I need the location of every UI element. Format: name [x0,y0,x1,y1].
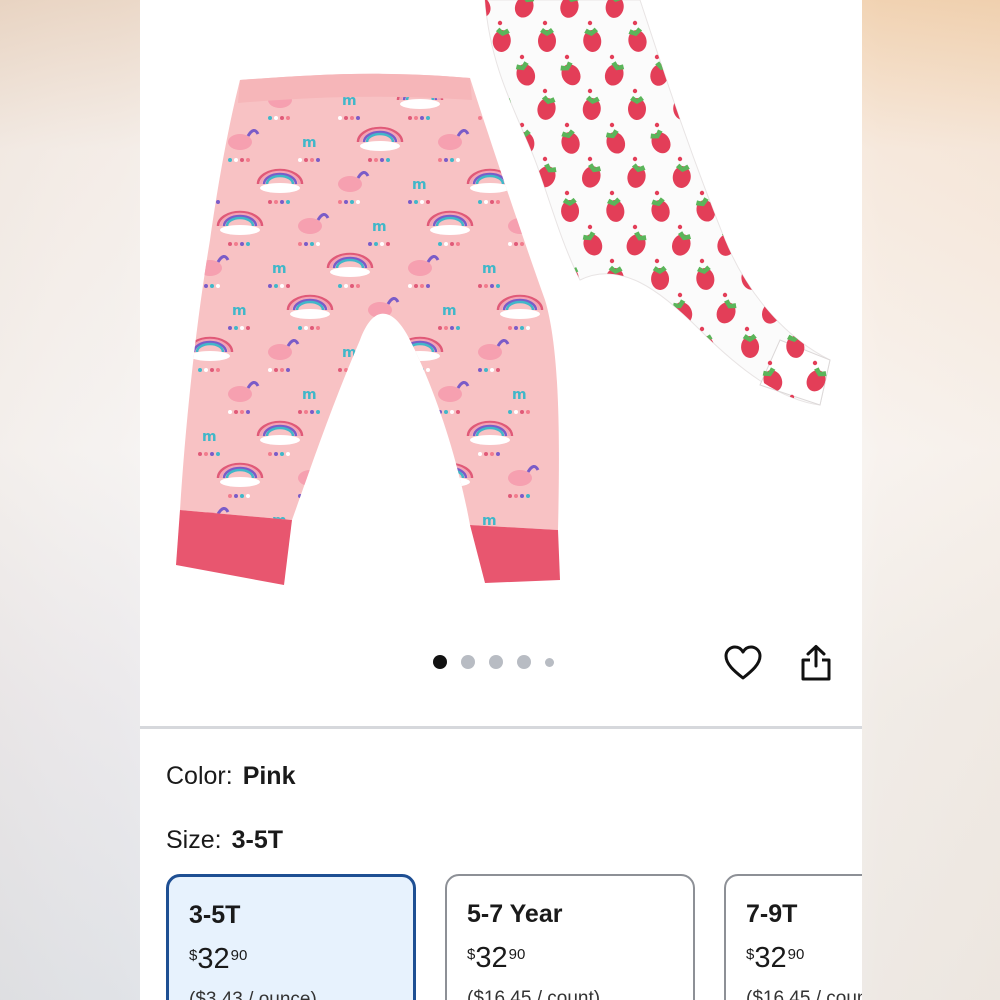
image-pagination [433,655,554,669]
size-option-price: $32 90 [189,943,247,975]
svg-text:m: m [412,177,427,193]
svg-text:m: m [442,303,457,319]
share-icon [801,645,831,681]
color-label: Color: [166,762,233,790]
size-option-price: $32 90 [746,942,804,974]
product-page: mmmmmmmmmmmmmmmmmm [140,0,862,1000]
svg-text:m: m [342,345,357,361]
svg-text:m: m [272,261,287,277]
size-option-label: 3-5T [189,901,241,929]
size-label: Size: [166,826,222,854]
favorite-button[interactable] [721,641,765,685]
svg-text:m: m [202,177,217,193]
unicorn-pants: mmmmmmmmmmmmmmmmmm [176,73,560,585]
background-blur-right [862,0,1000,1000]
pagination-dot-3[interactable] [489,655,503,669]
svg-text:m: m [412,429,427,445]
color-value: Pink [242,762,296,790]
size-option-7-9t[interactable]: 7-9T $3290 ($16.45 / count) [724,874,862,1000]
size-option-unit-price: ($3.43 / ounce) [189,989,317,1000]
pagination-dot-2[interactable] [461,655,475,669]
svg-text:m: m [232,303,247,319]
pagination-dot-5[interactable] [545,657,554,667]
background-blur-left [0,0,140,1000]
size-option-5-7-year[interactable]: 5-7 Year $32 90 ($16.45 / count) [445,874,695,1000]
size-option-label: 7-9T [746,900,798,928]
color-selector: Color: Pink [166,762,295,791]
product-image-pajama-pants: mmmmmmmmmmmmmmmmmm [176,0,831,585]
price-dollars: 32 [754,942,787,974]
share-button[interactable] [794,641,838,685]
section-divider [140,726,862,729]
svg-text:m: m [512,387,527,403]
size-option-unit-price: ($16.45 / count) [746,988,862,1000]
price-cents: 90 [230,947,248,964]
svg-text:m: m [372,471,387,487]
size-option-unit-price: ($16.45 / count) [467,988,601,1000]
pagination-dot-4[interactable] [517,655,531,669]
image-gallery[interactable]: mmmmmmmmmmmmmmmmmm [140,0,862,726]
svg-text:m: m [512,135,527,151]
heart-icon [724,645,762,680]
size-option-3-5t[interactable]: 3-5T $32 90 ($3.43 / ounce) [166,874,416,1000]
price-currency: $ [746,946,755,963]
svg-text:m: m [302,135,317,151]
price-currency: $ [467,946,476,963]
price-cents: 90 [508,946,526,963]
size-value: 3-5T [231,826,283,854]
svg-text:m: m [202,429,217,445]
pagination-dot-1[interactable] [433,655,447,669]
size-option-label: 5-7 Year [467,900,563,928]
svg-text:m: m [482,261,497,277]
svg-text:m: m [372,219,387,235]
price-dollars: 32 [475,942,508,974]
size-option-price: $32 90 [467,942,525,974]
size-selector: Size: 3-5T [166,826,283,855]
price-cents: 90 [787,946,805,963]
price-currency: $ [189,947,198,964]
price-dollars: 32 [197,943,230,975]
svg-text:m: m [302,387,317,403]
